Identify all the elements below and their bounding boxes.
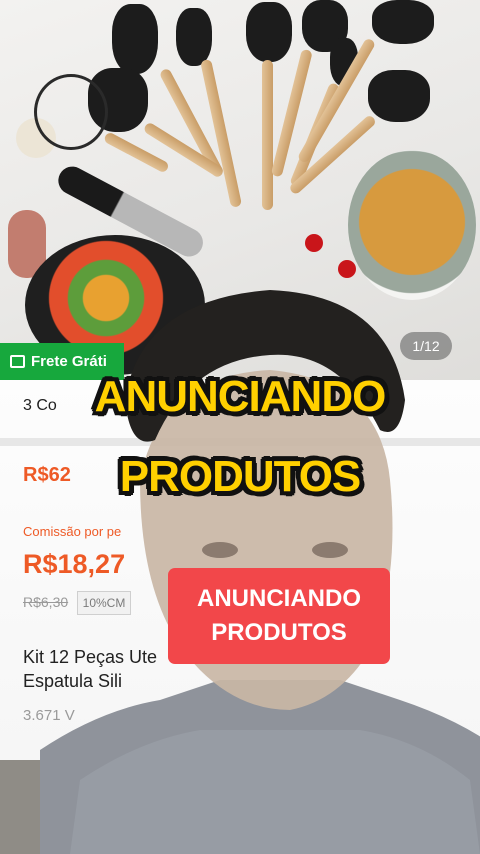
- caption-line: PRODUTOS: [119, 452, 362, 501]
- utensil-head: [176, 8, 212, 66]
- tomato-image: [305, 234, 323, 252]
- utensil-head: [246, 2, 292, 62]
- utensil-head: [368, 70, 430, 122]
- commission-percent-tag: 10%CM: [77, 591, 131, 615]
- image-counter: 1/12: [400, 332, 452, 360]
- truck-icon: [10, 355, 25, 368]
- tomato-image: [338, 260, 356, 278]
- commission-label: Comissão por pe: [23, 524, 122, 539]
- sold-count: 3.671 V: [23, 707, 75, 724]
- pasta-bowl-image: [348, 150, 476, 300]
- caption-line: ANUNCIANDO: [94, 372, 387, 421]
- divider: [0, 438, 480, 446]
- product-description-line[interactable]: Kit 12 Peças Ute: [23, 647, 157, 668]
- utensil-handle: [262, 60, 273, 210]
- whisk-image: [34, 74, 108, 150]
- caption-box: ANUNCIANDO PRODUTOS: [168, 568, 390, 664]
- product-description-line[interactable]: Espatula Sili: [23, 671, 122, 692]
- utensil-head: [372, 0, 434, 44]
- caption-box-line: PRODUTOS: [211, 619, 347, 646]
- utensil-head: [112, 4, 158, 74]
- old-price: R$6,30: [23, 594, 69, 610]
- product-photo[interactable]: Frete Gráti 1/12: [0, 0, 480, 390]
- utensil-handle: [200, 58, 243, 208]
- commission-value: R$18,27: [23, 549, 126, 579]
- caption-box-line: ANUNCIANDO: [197, 585, 361, 613]
- free-shipping-label: Frete Gráti: [31, 353, 107, 370]
